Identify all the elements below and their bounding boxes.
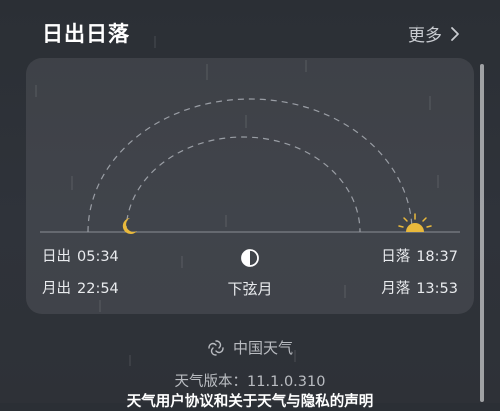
- version-text: 天气版本：11.1.0.310: [174, 374, 326, 390]
- agreement-and: 和: [213, 394, 229, 410]
- sun-path-arc: [87, 98, 413, 233]
- section-title: 日出日落: [42, 22, 130, 46]
- sunset-label: 日落 18:37: [381, 249, 458, 265]
- chevron-right-icon: [451, 26, 459, 41]
- more-label: 更多: [408, 26, 442, 46]
- provider-link[interactable]: 中国天气: [0, 337, 500, 358]
- half-moon-icon: [241, 249, 259, 267]
- moon-path-arc: [125, 136, 361, 233]
- privacy-statement-link[interactable]: 关于天气与隐私的声明: [228, 394, 373, 410]
- user-agreement-link[interactable]: 天气用户协议: [127, 394, 214, 410]
- sun-icon: [398, 213, 432, 232]
- sun-moon-card: 日出 05:34 月出 22:54 日落 18:37 月落 13:53 下弦月: [26, 58, 474, 314]
- sun-moon-arc-diagram: [40, 98, 460, 234]
- provider-name: 中国天气: [232, 339, 293, 357]
- more-button[interactable]: 更多: [408, 21, 460, 46]
- moon-phase-label: 下弦月: [227, 280, 273, 298]
- sunrise-label: 日出 05:34: [42, 249, 119, 265]
- agreement-line: 天气用户协议和关于天气与隐私的声明: [0, 390, 500, 411]
- provider-logo-icon: [208, 339, 224, 356]
